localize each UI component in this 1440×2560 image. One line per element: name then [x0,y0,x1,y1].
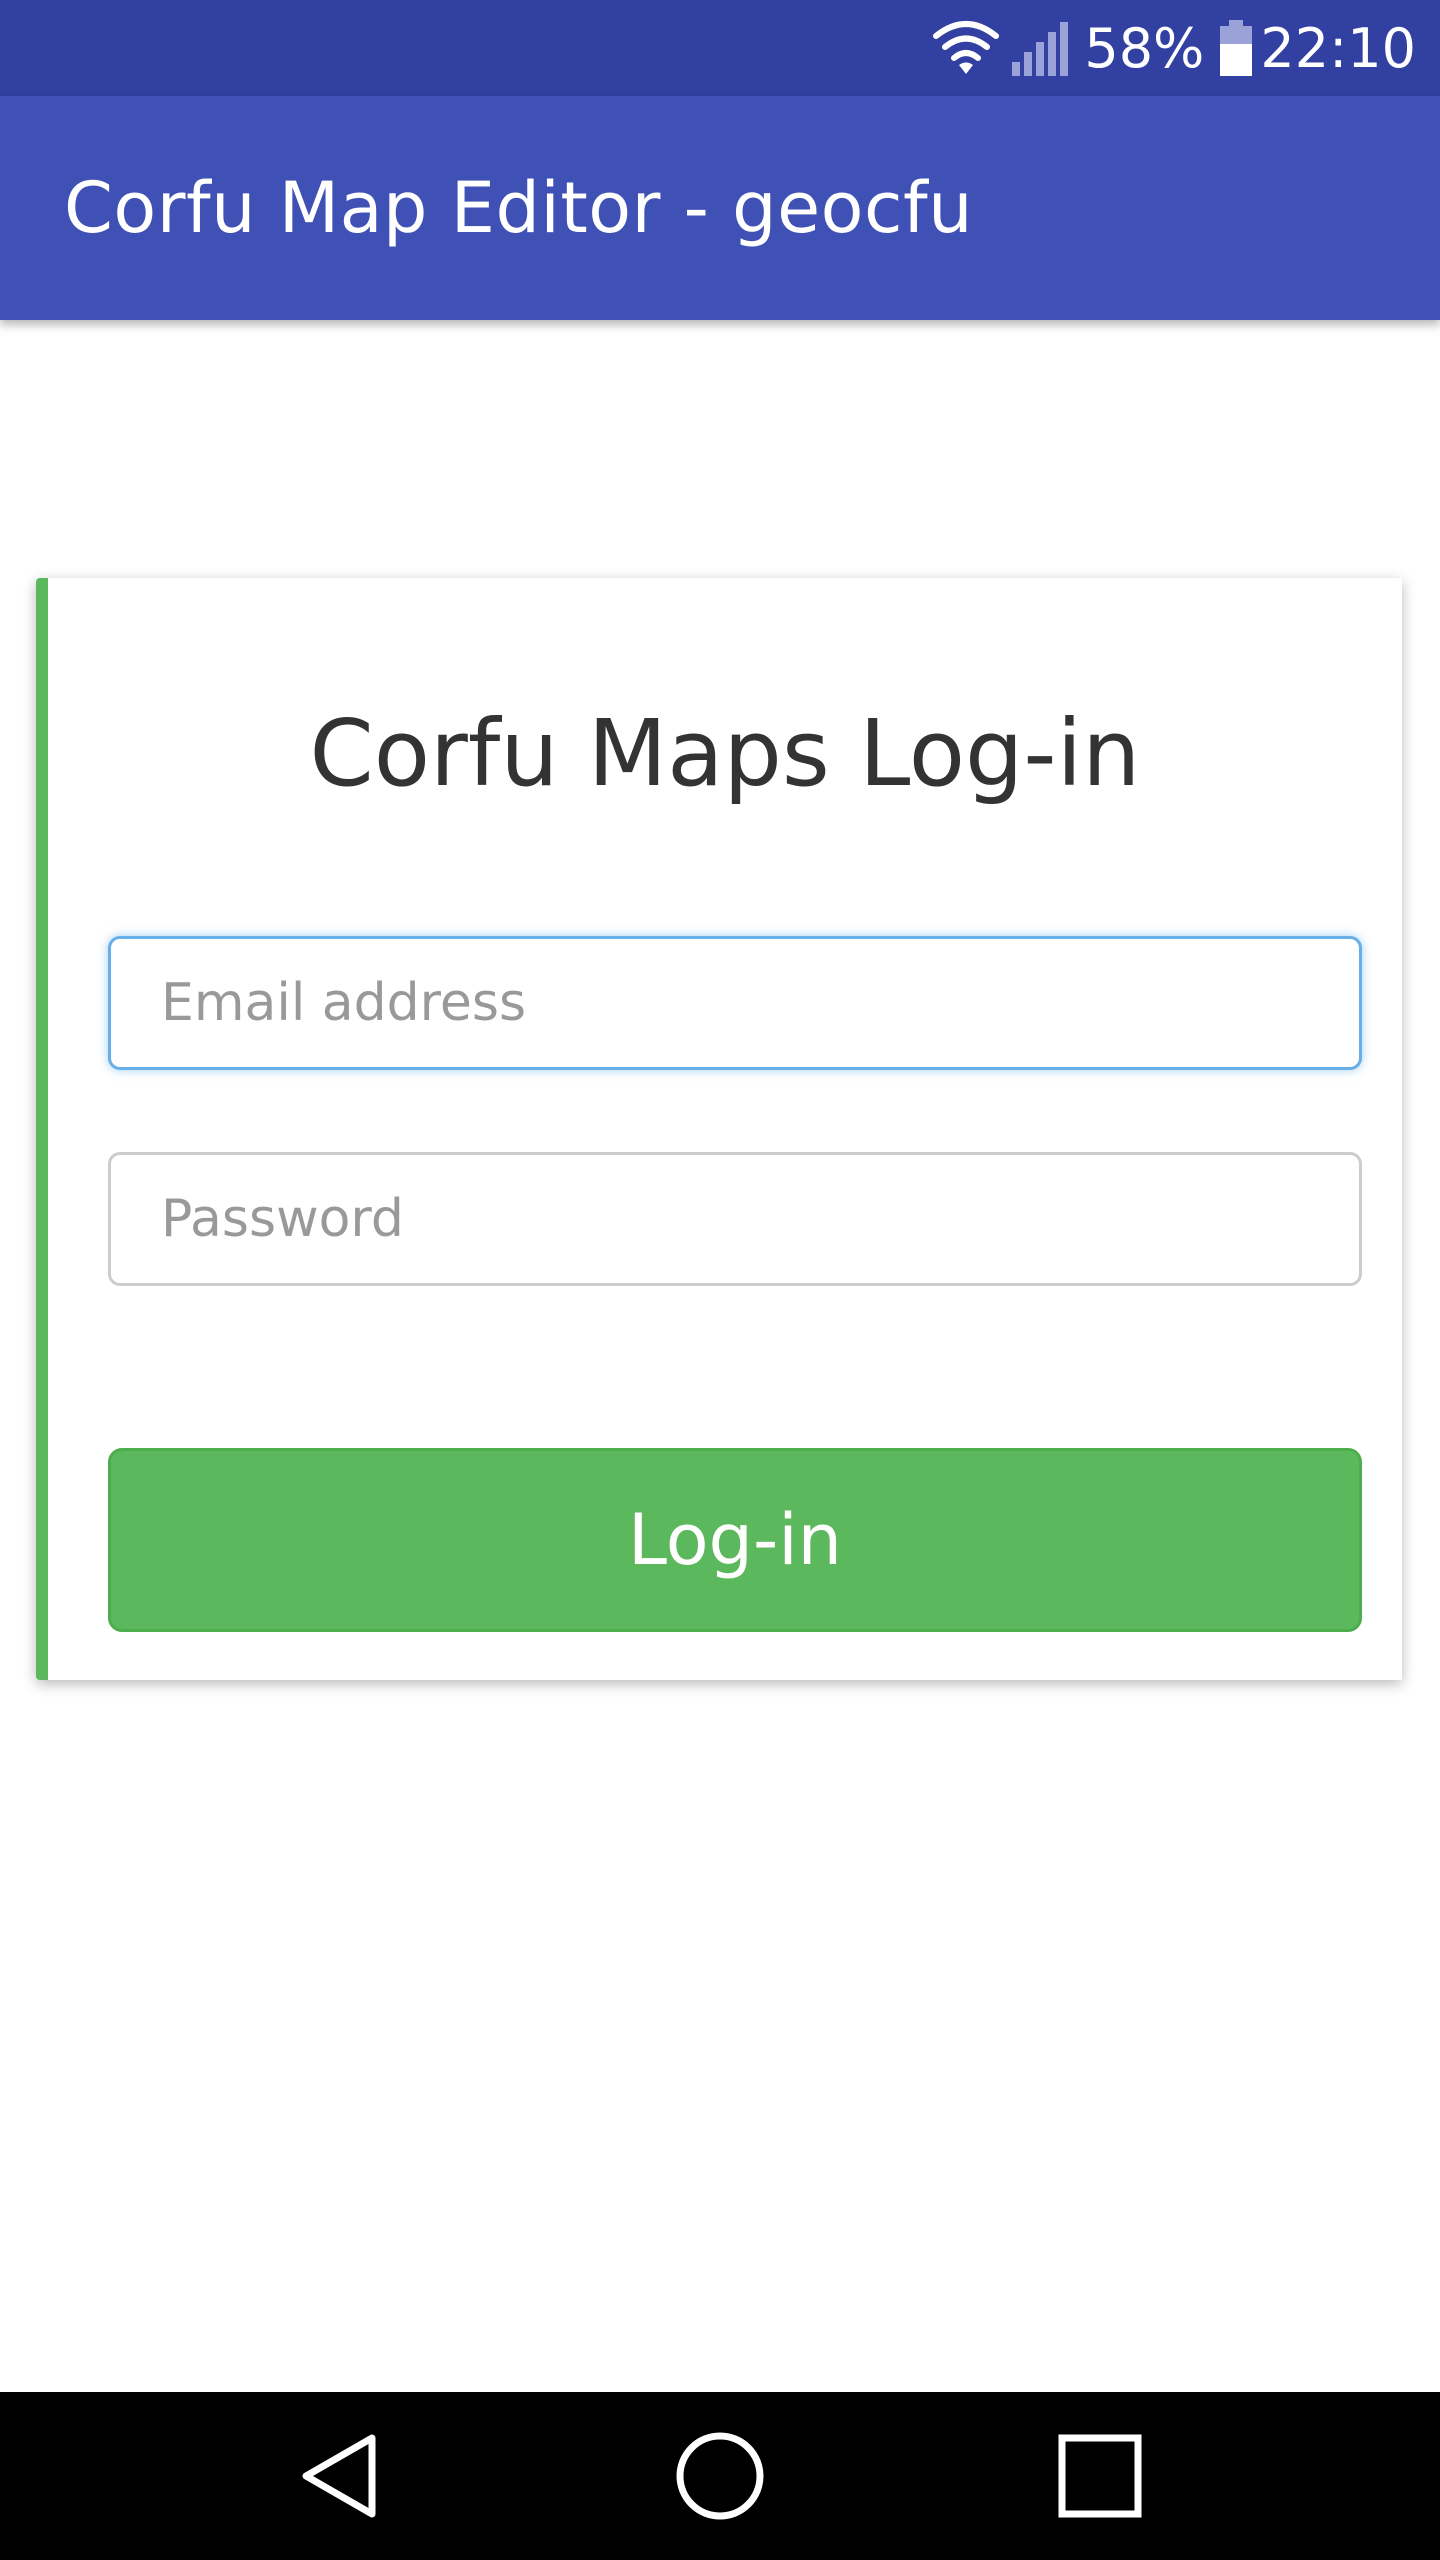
password-field[interactable] [108,1152,1362,1286]
battery-icon [1218,18,1254,78]
wifi-icon [932,18,1000,78]
status-icons: 58% 22:10 [932,0,1416,96]
login-title: Corfu Maps Log-in [309,700,1141,807]
email-field[interactable] [108,936,1362,1070]
battery-percent: 58% [1084,16,1205,80]
cell-signal-icon [1010,18,1070,78]
back-icon[interactable] [250,2392,430,2560]
status-bar: 58% 22:10 [0,0,1440,96]
app-title: Corfu Map Editor - geocfu [64,167,973,249]
app-bar: Corfu Map Editor - geocfu [0,96,1440,320]
login-button[interactable]: Log-in [108,1448,1362,1632]
clock: 22:10 [1260,16,1416,80]
recent-apps-icon[interactable] [1010,2392,1190,2560]
login-card: Corfu Maps Log-in Log-in [36,578,1402,1680]
home-icon[interactable] [630,2392,810,2560]
navigation-bar [0,2392,1440,2560]
